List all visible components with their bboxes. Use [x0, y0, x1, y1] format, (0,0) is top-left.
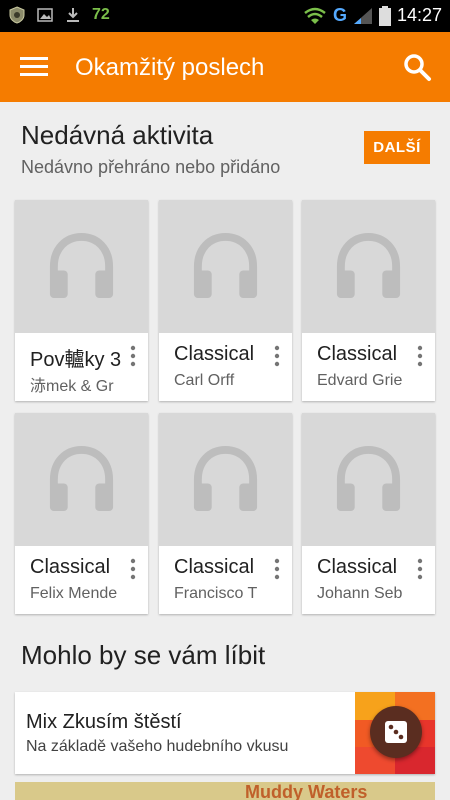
- battery-icon: [378, 5, 391, 26]
- headphones-icon: [193, 445, 258, 512]
- album-art: [159, 413, 292, 546]
- album-card[interactable]: Classical Francisco T: [159, 413, 292, 614]
- headphones-icon: [49, 445, 114, 512]
- search-icon[interactable]: [402, 52, 432, 82]
- overflow-menu-icon[interactable]: [415, 558, 425, 580]
- album-art: [302, 413, 435, 546]
- mix-title: Mix Zkusím štěstí: [26, 711, 182, 733]
- network-type: G: [332, 5, 347, 25]
- more-button[interactable]: DALŠÍ: [364, 131, 430, 164]
- clock: 14:27: [396, 5, 442, 25]
- shuffle-mix-button[interactable]: [370, 706, 422, 758]
- download-icon: [67, 8, 79, 22]
- headphones-icon: [193, 232, 258, 299]
- album-title: Classical: [174, 556, 255, 578]
- wifi-icon: [304, 7, 326, 24]
- overflow-menu-icon[interactable]: [128, 558, 138, 580]
- album-artist: Edvard Grie: [317, 372, 403, 389]
- suggestions-section-title: Mohlo by se vám líbit: [21, 640, 266, 670]
- recent-section-title: Nedávná aktivita: [21, 120, 214, 150]
- album-art: [15, 413, 148, 546]
- page-title: Okamžitý poslech: [75, 54, 265, 81]
- next-card-text: Muddy Waters: [245, 782, 368, 800]
- album-card[interactable]: Pov轤ky 3 浾mek & Gr: [15, 200, 148, 401]
- album-title: Classical: [30, 556, 111, 578]
- status-bar: 72 G 14:27: [0, 0, 450, 32]
- status-left-icons: 72: [8, 6, 110, 24]
- app-bar: Okamžitý poslech: [0, 32, 450, 102]
- overflow-menu-icon[interactable]: [415, 345, 425, 367]
- album-card[interactable]: Classical Felix Mende: [15, 413, 148, 614]
- image-icon: [37, 8, 53, 22]
- album-art: [159, 200, 292, 333]
- headphones-icon: [336, 232, 401, 299]
- album-art: [15, 200, 148, 333]
- album-card[interactable]: Classical Johann Seb: [302, 413, 435, 614]
- recent-section-subtitle: Nedávno přehráno nebo přidáno: [21, 157, 281, 177]
- album-art: [302, 200, 435, 333]
- status-right-icons: G 14:27: [303, 5, 442, 26]
- album-artist: Carl Orff: [174, 372, 235, 389]
- shield-icon: [9, 6, 25, 24]
- menu-icon[interactable]: [20, 55, 48, 79]
- overflow-menu-icon[interactable]: [272, 558, 282, 580]
- next-card-preview[interactable]: Muddy Waters: [15, 782, 435, 800]
- album-artist: Felix Mende: [30, 585, 118, 602]
- dice-icon: [385, 721, 407, 743]
- overflow-menu-icon[interactable]: [272, 345, 282, 367]
- headphones-icon: [336, 445, 401, 512]
- album-title: Classical: [317, 556, 398, 578]
- signal-icon: [353, 7, 372, 24]
- mix-subtitle: Na základě vašeho hudebního vkusu: [26, 738, 289, 755]
- album-card[interactable]: Classical Carl Orff: [159, 200, 292, 401]
- album-title: Pov轤ky 3: [30, 349, 122, 371]
- overflow-menu-icon[interactable]: [128, 345, 138, 367]
- album-artist: Francisco T: [174, 585, 258, 602]
- album-title: Classical: [174, 343, 255, 365]
- notification-count: 72: [92, 6, 110, 23]
- album-card[interactable]: Classical Edvard Grie: [302, 200, 435, 401]
- headphones-icon: [49, 232, 114, 299]
- album-artist: 浾mek & Gr: [30, 378, 114, 395]
- album-artist: Johann Seb: [317, 585, 403, 602]
- album-title: Classical: [317, 343, 398, 365]
